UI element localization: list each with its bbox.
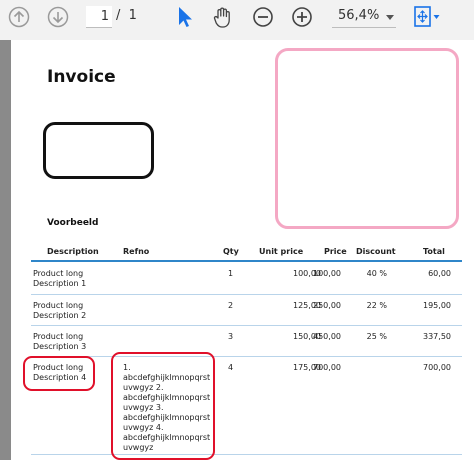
zoom-select[interactable]: 56,4%: [332, 6, 396, 28]
zoom-out-icon: [253, 7, 273, 27]
column-header-qty: Qty: [223, 247, 239, 256]
pan-tool-button[interactable]: [209, 3, 237, 31]
logo-placeholder-box: [43, 122, 154, 179]
highlight-refno-box: [111, 352, 215, 460]
page-total-label: / 1: [116, 8, 137, 23]
select-cursor-icon: [179, 7, 192, 27]
column-header-discount: Discount: [356, 247, 396, 256]
cell-price: 450,00: [313, 332, 341, 341]
cell-total: 60,00: [428, 269, 451, 278]
select-tool-button[interactable]: [170, 3, 198, 31]
address-placeholder-box: [275, 48, 459, 229]
previous-page-button[interactable]: [5, 3, 33, 31]
arrow-down-icon: [47, 6, 69, 28]
chevron-down-icon: [386, 15, 394, 20]
cell-qty: 1: [228, 269, 234, 278]
cell-total: 195,00: [423, 301, 451, 310]
column-header-refno: Refno: [123, 247, 150, 256]
row-divider: [31, 356, 462, 357]
reference-label: Voorbeeld: [47, 218, 99, 228]
table-header-divider: [31, 260, 462, 262]
zoom-value: 56,4%: [338, 8, 380, 23]
column-header-total: Total: [423, 247, 445, 256]
cell-price: 100,00: [313, 269, 341, 278]
column-header-price: Price: [324, 247, 347, 256]
zoom-in-button[interactable]: [288, 3, 316, 31]
cell-description: Product long Description 1: [33, 269, 87, 288]
arrow-up-icon: [8, 6, 30, 28]
column-header-unit-price: Unit price: [259, 247, 304, 256]
cell-qty: 4: [228, 363, 234, 372]
document-gutter: [0, 40, 11, 460]
column-header-description: Description: [47, 247, 99, 256]
cell-description: Product long Description 2: [33, 301, 87, 320]
row-divider: [31, 294, 462, 295]
next-page-button[interactable]: [44, 3, 72, 31]
cell-qty: 3: [228, 332, 234, 341]
cell-discount: 25 %: [366, 332, 387, 341]
zoom-in-icon: [292, 7, 312, 27]
fit-page-icon: [414, 6, 440, 27]
pdf-page[interactable]: Invoice Voorbeeld Description Refno Qty …: [11, 40, 474, 460]
cell-total: 337,50: [423, 332, 451, 341]
row-divider: [31, 454, 462, 455]
cell-qty: 2: [228, 301, 234, 310]
cell-description: Product long Description 3: [33, 332, 87, 351]
cell-price: 250,00: [313, 301, 341, 310]
pdf-toolbar: / 1 56,4%: [0, 0, 474, 34]
row-divider: [31, 325, 462, 326]
invoice-title: Invoice: [47, 67, 116, 87]
hand-pan-icon: [213, 7, 230, 28]
highlight-description-box: [23, 356, 95, 391]
page-number-input[interactable]: [86, 6, 112, 28]
zoom-out-button[interactable]: [249, 3, 277, 31]
cell-price: 700,00: [313, 363, 341, 372]
cell-discount: 40 %: [366, 269, 387, 278]
cell-discount: 22 %: [366, 301, 387, 310]
fit-page-button[interactable]: [409, 3, 443, 31]
cell-total: 700,00: [423, 363, 451, 372]
